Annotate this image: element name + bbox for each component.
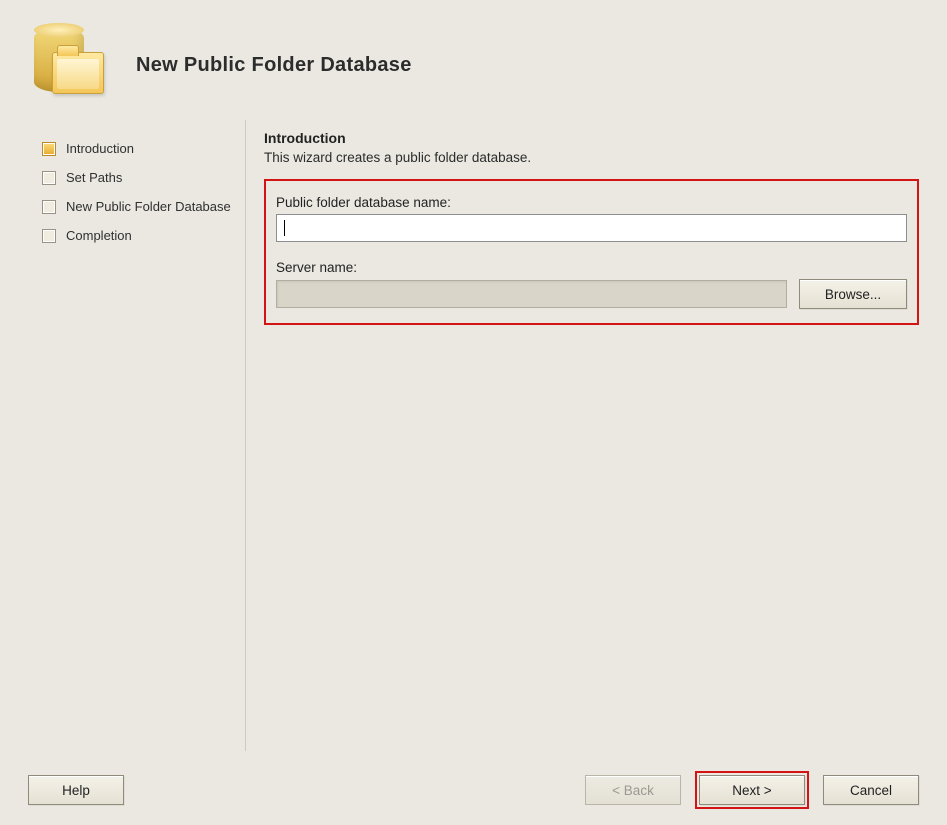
back-button: < Back: [585, 775, 681, 805]
nav-step-label: New Public Folder Database: [66, 198, 231, 215]
wizard-content: Introduction This wizard creates a publi…: [246, 120, 919, 751]
inputs-highlight-box: Public folder database name: Server name…: [264, 179, 919, 325]
nav-step-set-paths[interactable]: Set Paths: [42, 163, 235, 192]
page-title: Introduction: [264, 130, 919, 146]
wizard-steps-nav: Introduction Set Paths New Public Folder…: [28, 120, 246, 751]
text-caret-icon: [284, 220, 285, 236]
database-name-input[interactable]: [276, 214, 907, 242]
wizard-icon: [28, 24, 106, 106]
wizard-body: Introduction Set Paths New Public Folder…: [28, 120, 919, 751]
next-button-highlight: Next >: [695, 771, 809, 809]
step-indicator-icon: [42, 142, 56, 156]
wizard-footer: Help < Back Next > Cancel: [28, 751, 919, 809]
nav-step-label: Introduction: [66, 140, 134, 157]
nav-step-introduction[interactable]: Introduction: [42, 134, 235, 163]
wizard-dialog: New Public Folder Database Introduction …: [0, 0, 947, 825]
step-indicator-icon: [42, 200, 56, 214]
nav-step-label: Completion: [66, 227, 132, 244]
step-indicator-icon: [42, 171, 56, 185]
wizard-header: New Public Folder Database: [28, 10, 919, 120]
step-indicator-icon: [42, 229, 56, 243]
server-name-row: Browse...: [276, 279, 907, 309]
nav-step-new-public-folder-database[interactable]: New Public Folder Database: [42, 192, 235, 221]
server-name-input: [276, 280, 787, 308]
browse-button[interactable]: Browse...: [799, 279, 907, 309]
page-description: This wizard creates a public folder data…: [264, 150, 919, 165]
cancel-button[interactable]: Cancel: [823, 775, 919, 805]
wizard-title: New Public Folder Database: [136, 54, 412, 77]
help-button[interactable]: Help: [28, 775, 124, 805]
database-name-label: Public folder database name:: [276, 195, 907, 210]
next-button[interactable]: Next >: [699, 775, 805, 805]
nav-step-completion[interactable]: Completion: [42, 221, 235, 250]
nav-step-label: Set Paths: [66, 169, 122, 186]
footer-buttons: < Back Next > Cancel: [585, 771, 919, 809]
server-name-label: Server name:: [276, 260, 907, 275]
folder-icon: [52, 52, 104, 94]
